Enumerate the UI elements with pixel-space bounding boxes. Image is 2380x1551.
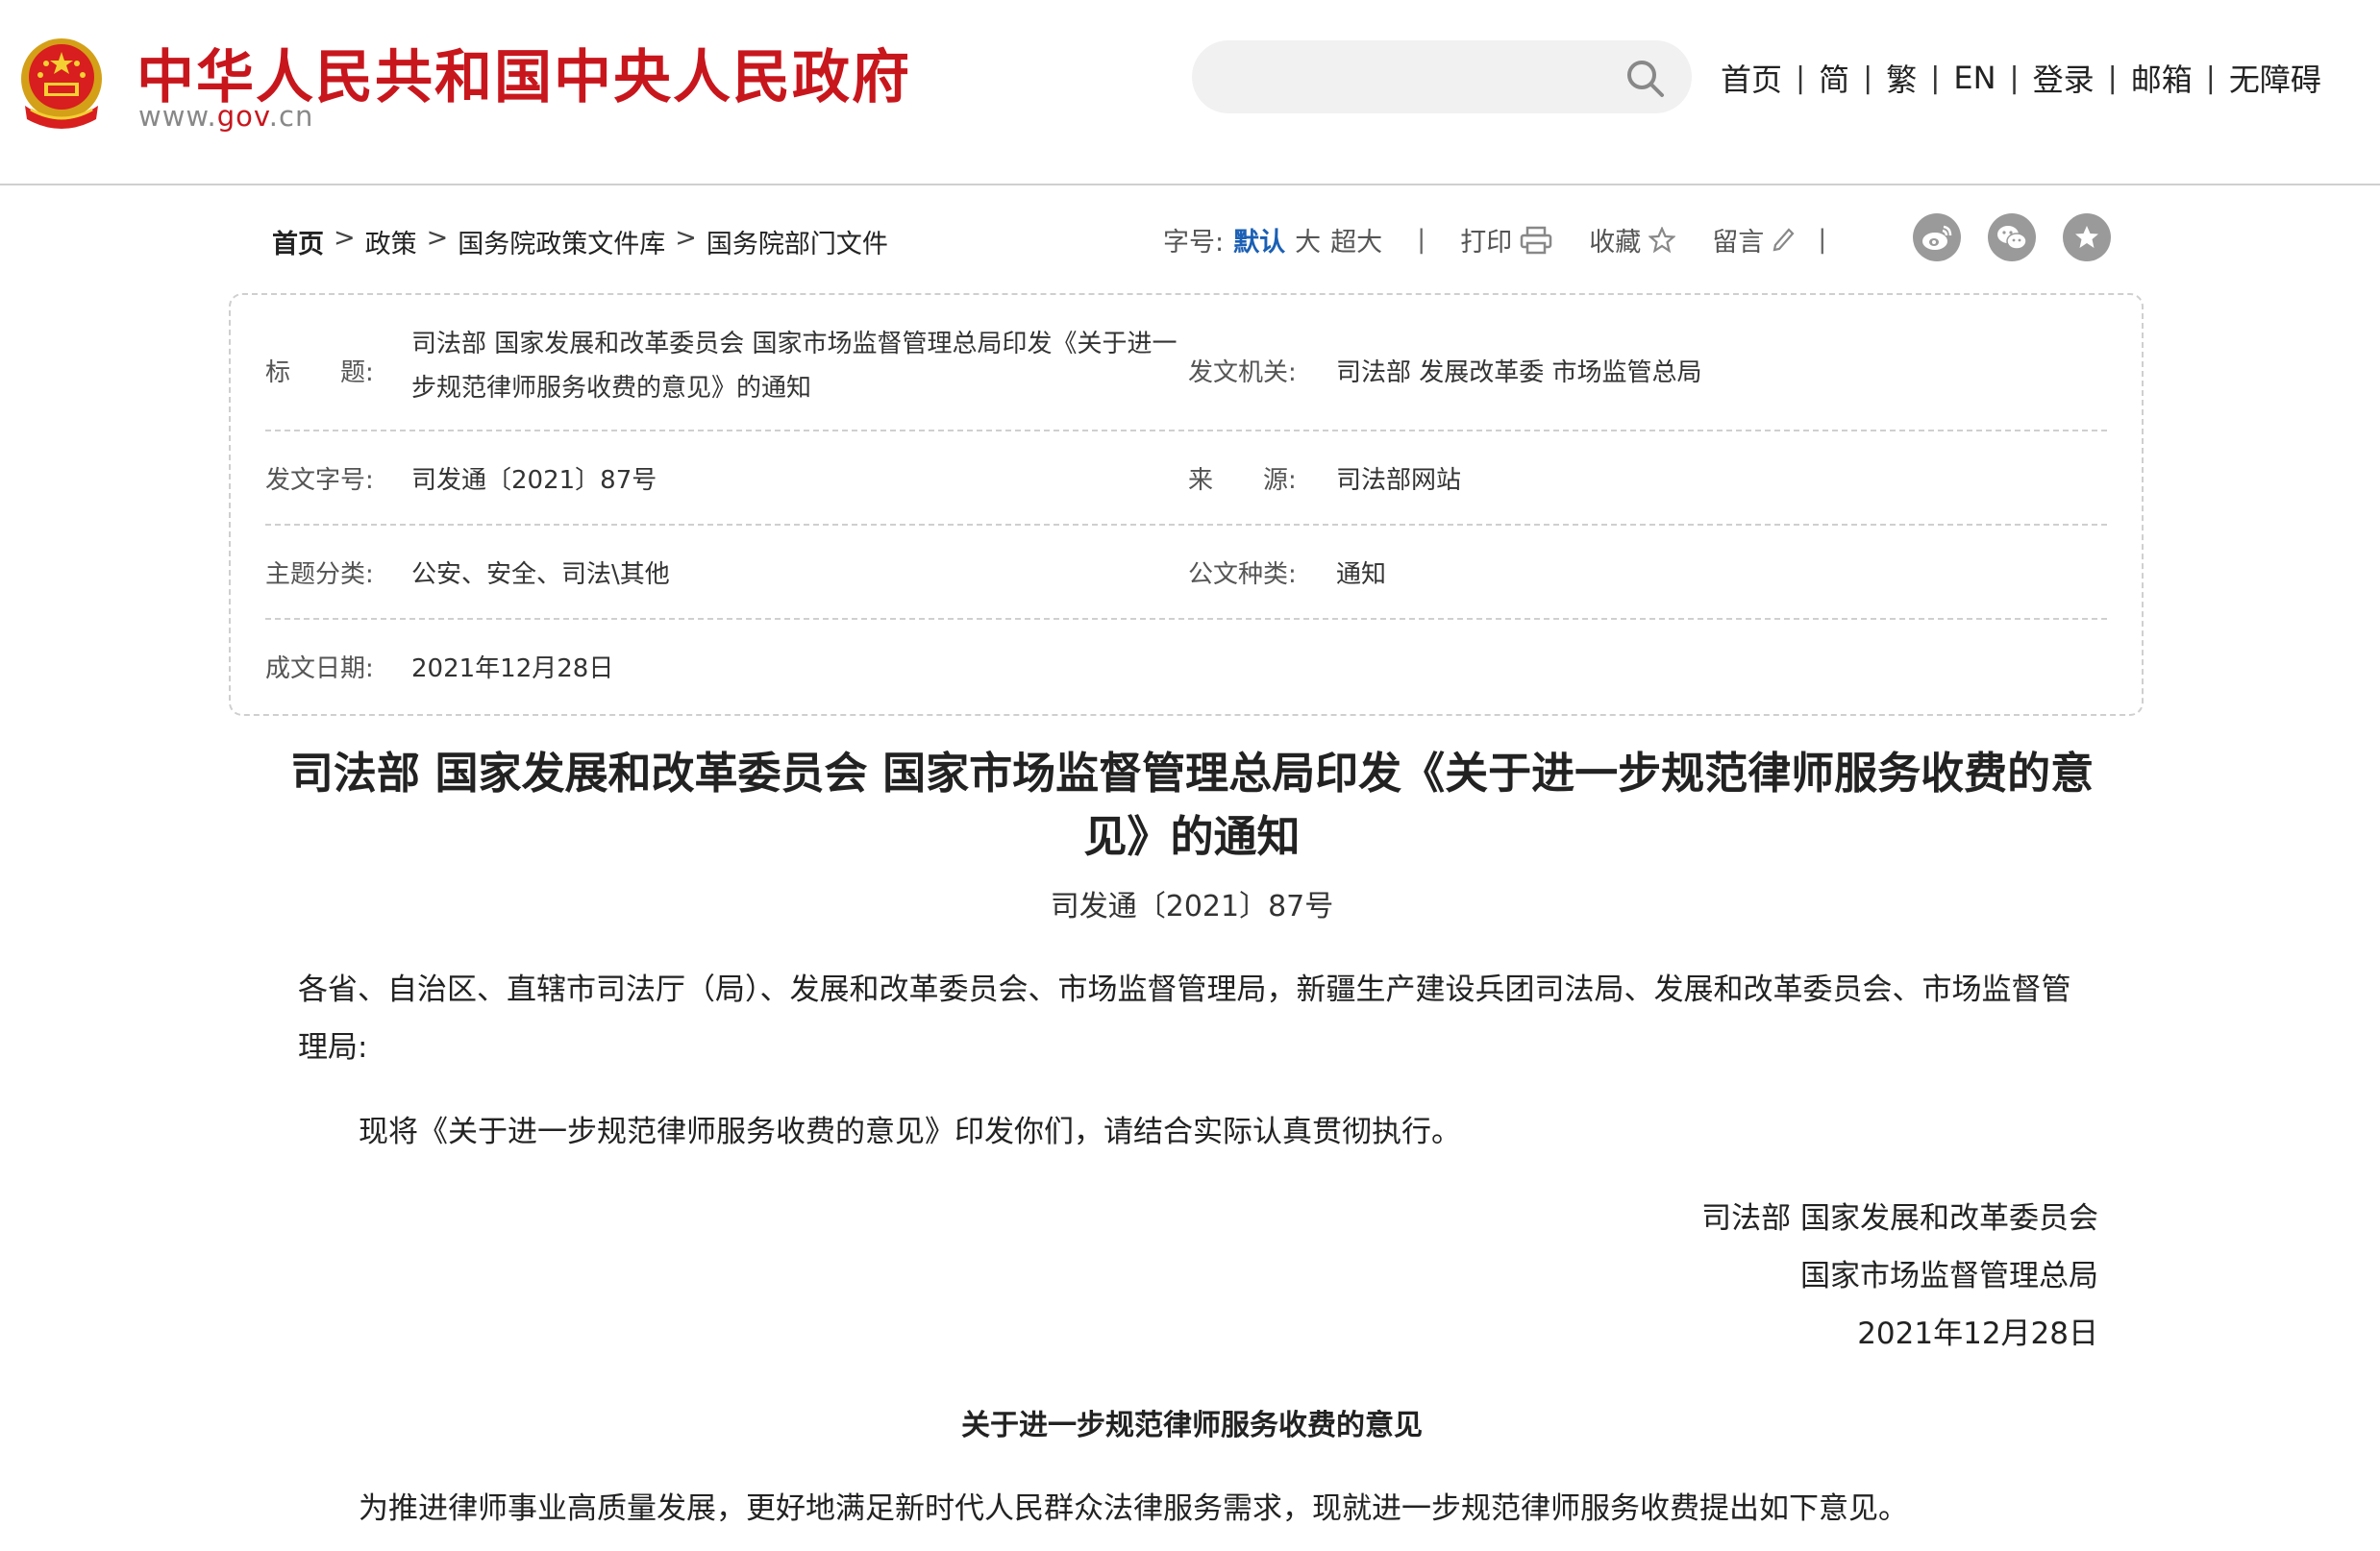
article-tools: 字号: 默认 大 超大 | 打印 收藏 留言 | xyxy=(1163,221,1826,258)
breadcrumb-home[interactable]: 首页 xyxy=(272,223,324,260)
article-addressee: 各省、自治区、直辖市司法厅（局）、发展和改革委员会、市场监督管理局，新疆生产建设… xyxy=(298,972,2071,1065)
print-button[interactable]: 打印 xyxy=(1460,221,1552,258)
nav-separator: | xyxy=(1863,61,1873,95)
nav-separator: | xyxy=(2107,61,2118,95)
breadcrumb: 首页 > 政策 > 国务院政策文件库 > 国务院部门文件 xyxy=(272,223,888,260)
printer-icon xyxy=(1520,226,1552,254)
info-row-category: 主题分类: 公安、安全、司法\其他 公文种类: 通知 xyxy=(265,526,2107,620)
toolbar: 首页 > 政策 > 国务院政策文件库 > 国务院部门文件 字号: 默认 大 超大… xyxy=(0,211,2380,269)
info-date-label: 成文日期: xyxy=(265,654,374,683)
info-date-value: 2021年12月28日 xyxy=(411,654,614,683)
info-title-value: 司法部 国家发展和改革委员会 国家市场监督管理总局印发《关于进一步规范律师服务收… xyxy=(411,330,1178,403)
nav-separator: | xyxy=(1930,61,1941,95)
wechat-share-button[interactable] xyxy=(1988,213,2036,261)
national-emblem-icon[interactable] xyxy=(12,31,112,135)
site-header: 中华人民共和国中央人民政府 www.gov.cn 首页 | 简 | 繁 | EN… xyxy=(0,0,2380,185)
info-title-label: 标 题: xyxy=(265,358,374,387)
nav-traditional[interactable]: 繁 xyxy=(1886,56,1917,100)
info-row-title: 标 题: 司法部 国家发展和改革委员会 国家市场监督管理总局印发《关于进一步规范… xyxy=(265,314,2107,431)
opinion-subtitle: 关于进一步规范律师服务收费的意见 xyxy=(961,1409,1423,1442)
article-title: 司法部 国家发展和改革委员会 国家市场监督管理总局印发《关于进一步规范律师服务收… xyxy=(289,748,2095,862)
info-category-value: 公安、安全、司法\其他 xyxy=(411,560,670,589)
site-url-suffix: .cn xyxy=(268,100,314,133)
info-category-label: 主题分类: xyxy=(265,560,374,589)
font-size-default[interactable]: 默认 xyxy=(1233,221,1285,258)
article-doc-no: 司发通〔2021〕87号 xyxy=(1050,890,1334,923)
info-type-value: 通知 xyxy=(1336,560,1387,589)
share-buttons xyxy=(1913,213,2111,261)
info-issuer-value: 司法部 发展改革委 市场监管总局 xyxy=(1336,358,1702,387)
info-source-label: 来 源: xyxy=(1188,466,1297,495)
nav-login[interactable]: 登录 xyxy=(2033,56,2095,100)
breadcrumb-separator: > xyxy=(334,223,356,253)
info-docno-label: 发文字号: xyxy=(265,466,374,495)
nav-home[interactable]: 首页 xyxy=(1721,56,1782,100)
font-size-xlarge[interactable]: 超大 xyxy=(1330,221,1382,258)
star-icon xyxy=(1649,226,1676,253)
breadcrumb-separator: > xyxy=(426,223,449,253)
search-box xyxy=(1192,40,1692,113)
info-docno-value: 司发通〔2021〕87号 xyxy=(411,466,657,495)
breadcrumb-policy-library[interactable]: 国务院政策文件库 xyxy=(458,223,665,260)
info-source-value: 司法部网站 xyxy=(1336,466,1462,495)
nav-separator: | xyxy=(1796,61,1806,95)
pencil-icon xyxy=(1773,227,1795,251)
tools-separator: | xyxy=(1818,225,1827,255)
top-nav: 首页 | 简 | 繁 | EN | 登录 | 邮箱 | 无障碍 xyxy=(1721,56,2321,100)
article-body: 现将《关于进一步规范律师服务收费的意见》印发你们，请结合实际认真贯彻执行。 xyxy=(359,1115,1461,1149)
nav-simplified[interactable]: 简 xyxy=(1819,56,1849,100)
info-issuer-label: 发文机关: xyxy=(1188,358,1297,387)
site-url-prefix: www. xyxy=(138,100,217,133)
comment-button[interactable]: 留言 xyxy=(1712,221,1795,258)
info-type-label: 公文种类: xyxy=(1188,560,1297,589)
search-icon[interactable] xyxy=(1624,58,1665,98)
signature-date: 2021年12月28日 xyxy=(1857,1317,2098,1351)
breadcrumb-separator: > xyxy=(675,223,697,253)
site-url[interactable]: www.gov.cn xyxy=(138,100,313,133)
info-row-docno: 发文字号: 司发通〔2021〕87号 来 源: 司法部网站 xyxy=(265,431,2107,526)
font-size-label: 字号: xyxy=(1163,228,1225,258)
breadcrumb-policy[interactable]: 政策 xyxy=(365,223,417,260)
site-url-gov: gov xyxy=(216,100,269,133)
weibo-share-button[interactable] xyxy=(1913,213,1961,261)
breadcrumb-department-docs[interactable]: 国务院部门文件 xyxy=(707,223,888,260)
signature-line1: 司法部 国家发展和改革委员会 xyxy=(1701,1201,2098,1236)
nav-accessibility[interactable]: 无障碍 xyxy=(2229,56,2321,100)
search-input[interactable] xyxy=(1221,58,1605,96)
print-label: 打印 xyxy=(1460,228,1513,258)
document-info-box: 标 题: 司法部 国家发展和改革委员会 国家市场监督管理总局印发《关于进一步规范… xyxy=(229,293,2144,716)
wechat-icon xyxy=(1997,226,2027,250)
comment-label: 留言 xyxy=(1712,228,1765,258)
nav-separator: | xyxy=(2009,61,2020,95)
tools-separator: | xyxy=(1417,225,1426,255)
nav-english[interactable]: EN xyxy=(1953,60,1996,96)
favorite-button[interactable]: 收藏 xyxy=(1589,221,1676,258)
favorite-label: 收藏 xyxy=(1589,228,1642,258)
font-size-large[interactable]: 大 xyxy=(1295,221,1321,258)
nav-mail[interactable]: 邮箱 xyxy=(2131,56,2193,100)
weibo-icon xyxy=(1922,225,1952,250)
nav-separator: | xyxy=(2205,61,2216,95)
opinion-intro: 为推进律师事业高质量发展，更好地满足新时代人民群众法律服务需求，现就进一步规范律… xyxy=(359,1491,1908,1526)
signature-line2: 国家市场监督管理总局 xyxy=(1800,1259,2098,1293)
info-row-date: 成文日期: 2021年12月28日 xyxy=(265,620,2107,712)
more-share-button[interactable] xyxy=(2063,213,2111,261)
star-share-icon xyxy=(2075,226,2098,248)
